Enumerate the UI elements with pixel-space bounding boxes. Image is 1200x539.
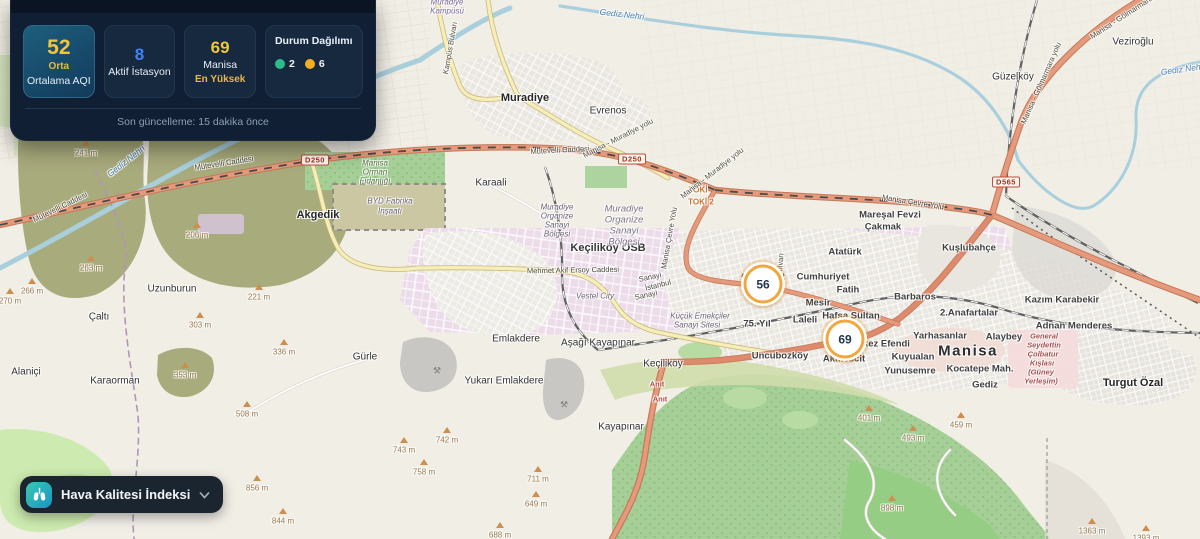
average-aqi-category: Orta: [49, 61, 70, 72]
highest-aqi-label: En Yüksek: [195, 74, 245, 85]
aqi-index-toggle-label: Hava Kalitesi İndeksi: [61, 487, 190, 502]
average-aqi-value: 52: [47, 37, 70, 58]
last-updated-text: Son güncelleme: 15 dakika önce: [11, 109, 375, 128]
legend-dot: [305, 59, 315, 69]
highest-aqi-value: 69: [211, 39, 230, 56]
active-stations-label: Aktif İstasyon: [108, 66, 170, 78]
legend-item: 2: [275, 58, 295, 70]
card-status-distribution[interactable]: Durum Dağılımı 26: [265, 25, 363, 98]
aqi-marker-56[interactable]: 56: [744, 265, 783, 304]
aqi-marker-69[interactable]: 69: [826, 320, 865, 359]
highest-aqi-city: Manisa: [203, 59, 237, 71]
chevron-down-icon: [199, 491, 210, 499]
legend-count: 6: [319, 58, 325, 70]
legend-count: 2: [289, 58, 295, 70]
aqi-summary-panel: 52 Orta Ortalama AQI 8 Aktif İstasyon 69…: [10, 0, 376, 141]
legend-dot: [275, 59, 285, 69]
card-highest-aqi[interactable]: 69 Manisa En Yüksek: [184, 25, 256, 98]
active-stations-value: 8: [135, 46, 144, 63]
map-viewport: ManisaMuradiyeAkgedikTurgut ÖzalKeçilikö…: [0, 0, 1200, 539]
legend-item: 6: [305, 58, 325, 70]
card-average-aqi[interactable]: 52 Orta Ortalama AQI: [23, 25, 95, 98]
status-distribution-title: Durum Dağılımı: [275, 35, 353, 48]
status-distribution-legend: 26: [275, 58, 325, 70]
average-aqi-label: Ortalama AQI: [27, 75, 91, 87]
lungs-icon: [26, 482, 52, 508]
aqi-index-toggle[interactable]: Hava Kalitesi İndeksi: [20, 476, 223, 513]
panel-header-strip: [11, 0, 375, 13]
card-active-stations[interactable]: 8 Aktif İstasyon: [104, 25, 176, 98]
